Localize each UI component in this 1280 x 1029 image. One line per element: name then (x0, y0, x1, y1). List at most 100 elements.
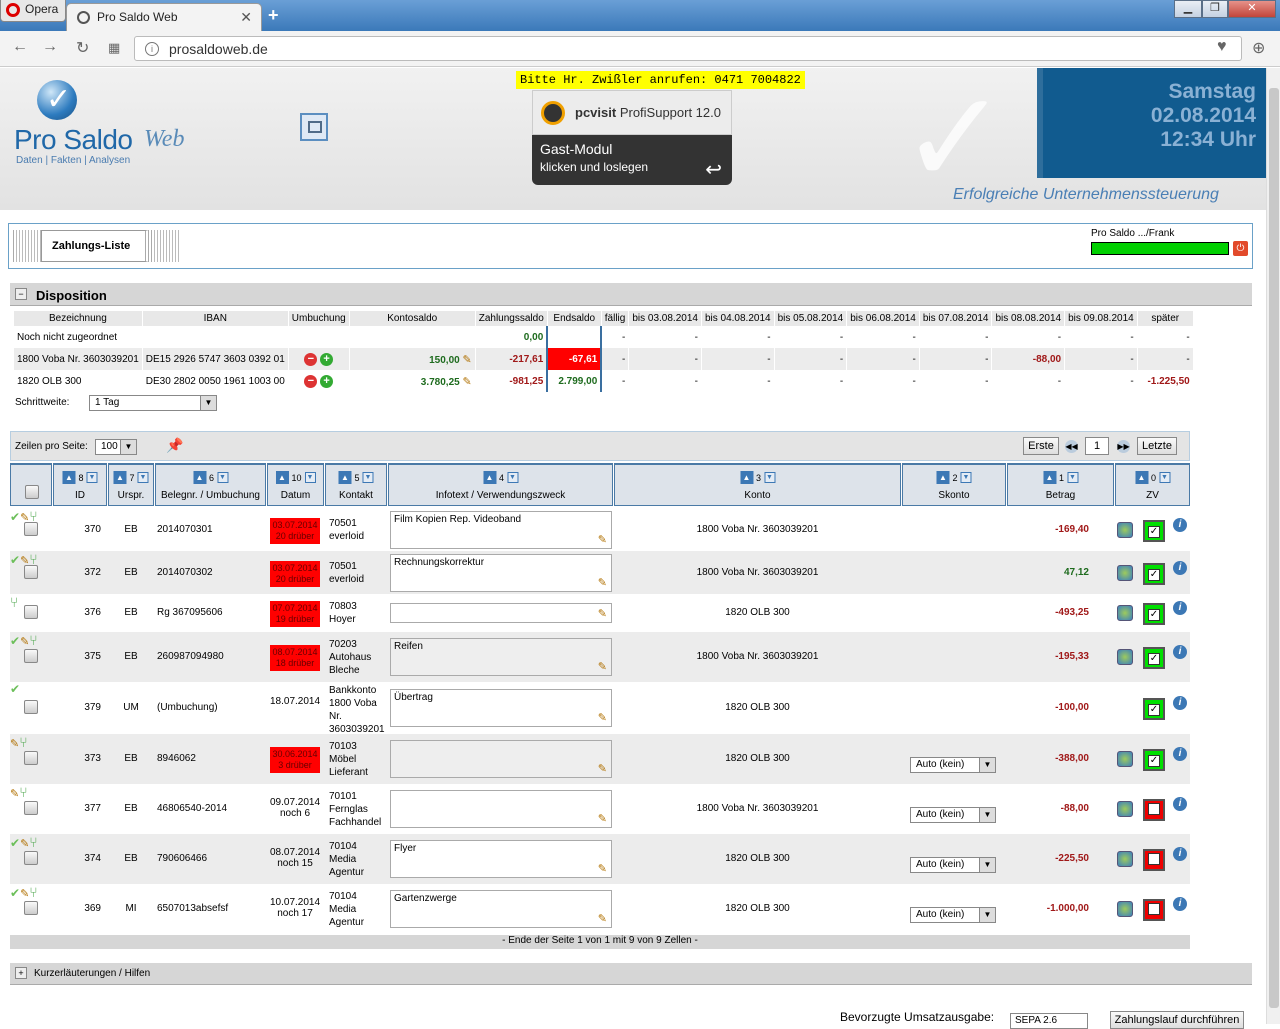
sort-asc-icon[interactable]: ▲ (113, 471, 127, 484)
sort-desc-icon[interactable]: ▼ (764, 472, 776, 483)
prev-page-icon[interactable]: ◀◀ (1065, 440, 1078, 453)
edit-pencil-icon[interactable]: ✎ (598, 533, 607, 546)
tab-stack-right[interactable] (151, 230, 179, 262)
remove-transfer-icon[interactable]: − (304, 374, 318, 388)
schedule-icon[interactable] (1117, 521, 1133, 538)
add-transfer-icon[interactable]: + (320, 374, 334, 388)
sort-desc-icon[interactable]: ▼ (960, 472, 972, 483)
rows-per-page-select[interactable]: 100 ▼ (95, 439, 137, 455)
skonto-select[interactable]: Auto (kein) ▼ (910, 857, 996, 873)
guest-module-button[interactable]: Gast-Modul klicken und loslegen ↩ (532, 135, 732, 185)
column-header-2[interactable]: ▲ 7 ▼ Urspr. (108, 463, 154, 506)
info-icon[interactable]: i (1173, 797, 1187, 811)
schedule-icon[interactable] (1117, 801, 1133, 817)
split-icon[interactable]: ⑂ (19, 784, 27, 800)
info-icon[interactable]: i (1173, 847, 1187, 861)
column-header-6[interactable]: ▲ 4 ▼ Infotext / Verwendungszweck (388, 463, 613, 506)
scrollbar-thumb[interactable] (1269, 88, 1279, 1008)
info-icon[interactable]: i (1173, 560, 1187, 575)
run-payment-button[interactable]: Zahlungslauf durchführen (1110, 1011, 1244, 1029)
first-page-button[interactable]: Erste (1023, 437, 1059, 455)
edit-account-icon[interactable]: ✎ (20, 887, 29, 900)
zv-checkbox[interactable] (1143, 799, 1165, 821)
column-header-8[interactable]: ▲ 2 ▼ Skonto (902, 463, 1006, 506)
step-select[interactable]: 1 Tag ▼ (89, 395, 217, 411)
print-row-icon[interactable] (24, 521, 38, 536)
column-header-10[interactable]: ▲ 0 ▼ ZV (1115, 463, 1190, 506)
sort-desc-icon[interactable]: ▼ (362, 472, 374, 483)
split-icon[interactable]: ⑂ (19, 734, 27, 750)
info-icon[interactable]: i (1173, 747, 1187, 761)
skonto-select[interactable]: Auto (kein) ▼ (910, 907, 996, 923)
sort-desc-icon[interactable]: ▼ (507, 472, 519, 483)
sort-desc-icon[interactable]: ▼ (1159, 472, 1171, 483)
sort-asc-icon[interactable]: ▲ (1134, 471, 1148, 484)
info-icon[interactable]: i (1173, 696, 1187, 710)
split-icon[interactable]: ⑂ (29, 884, 37, 900)
sort-asc-icon[interactable]: ▲ (192, 471, 206, 484)
split-icon[interactable]: ⑂ (29, 834, 37, 850)
print-row-icon[interactable] (24, 649, 38, 663)
help-section-header[interactable]: + Kurzerläuterungen / Hilfen (10, 963, 1252, 985)
zv-checkbox[interactable] (1143, 899, 1165, 921)
column-header-7[interactable]: ▲ 3 ▼ Konto (614, 463, 901, 506)
edit-pencil-icon[interactable]: ✎ (598, 660, 607, 673)
schedule-icon[interactable] (1117, 605, 1133, 621)
remove-transfer-icon[interactable]: − (304, 352, 318, 366)
info-icon[interactable]: i (1173, 645, 1187, 659)
zv-checkbox[interactable] (1143, 849, 1165, 871)
info-text-field[interactable]: ✎ (390, 603, 612, 623)
edit-pencil-icon[interactable]: ✎ (598, 576, 607, 589)
add-transfer-icon[interactable]: + (320, 352, 334, 366)
print-row-icon[interactable] (24, 564, 38, 579)
collapse-toggle-icon[interactable]: − (15, 288, 27, 300)
print-row-icon[interactable] (24, 751, 38, 765)
browser-tab[interactable]: Pro Saldo Web ✕ (66, 3, 262, 31)
edit-pencil-icon[interactable]: ✎ (598, 912, 607, 925)
logo-name[interactable]: Pro Saldo (14, 124, 133, 156)
zv-checkbox[interactable]: ✓ (1143, 519, 1165, 542)
back-icon[interactable]: ← (12, 38, 28, 56)
pin-icon[interactable]: 📌 (166, 437, 183, 454)
edit-account-icon[interactable]: ✎ (10, 737, 19, 750)
column-header-3[interactable]: ▲ 6 ▼ Belegnr. / Umbuchung (155, 463, 266, 506)
sort-desc-icon[interactable]: ▼ (1067, 472, 1079, 483)
close-tab-icon[interactable]: ✕ (240, 9, 252, 26)
next-page-icon[interactable]: ▶▶ (1117, 440, 1130, 453)
edit-account-icon[interactable]: ✎ (10, 787, 19, 800)
info-text-field[interactable]: Gartenzwerge ✎ (390, 890, 612, 928)
zv-checkbox[interactable]: ✓ (1143, 749, 1165, 771)
schedule-icon[interactable] (1117, 649, 1133, 665)
tab-stack-left[interactable] (13, 230, 41, 262)
sort-desc-icon[interactable]: ▼ (86, 472, 98, 483)
sort-desc-icon[interactable]: ▼ (137, 472, 149, 483)
sort-asc-icon[interactable]: ▲ (936, 471, 950, 484)
edit-account-icon[interactable]: ✎ (20, 837, 29, 850)
sort-asc-icon[interactable]: ▲ (739, 471, 753, 484)
reload-icon[interactable]: ↻ (76, 38, 89, 58)
edit-pencil-icon[interactable]: ✎ (598, 862, 607, 875)
schedule-icon[interactable] (1117, 564, 1133, 581)
disposition-header[interactable]: − Disposition (10, 283, 1252, 306)
print-icon[interactable] (25, 485, 39, 499)
edit-pencil-icon[interactable]: ✎ (598, 812, 607, 825)
split-icon[interactable]: ⑂ (10, 594, 18, 610)
info-icon[interactable]: i (1173, 517, 1187, 532)
sort-desc-icon[interactable]: ▼ (304, 472, 316, 483)
expand-toggle-icon[interactable]: + (15, 967, 27, 979)
column-header-1[interactable]: ▲ 8 ▼ ID (53, 463, 107, 506)
opera-menu-button[interactable]: Opera (0, 0, 66, 22)
maximize-button[interactable]: ❐ (1202, 0, 1228, 18)
schedule-icon[interactable] (1117, 851, 1133, 867)
sort-asc-icon[interactable]: ▲ (482, 471, 496, 484)
logo-web[interactable]: Web (144, 126, 184, 153)
logout-power-icon[interactable]: ⏻ (1233, 241, 1248, 256)
tab-zahlungs-liste[interactable]: Zahlungs-Liste (41, 230, 149, 262)
edit-pencil-icon[interactable]: ✎ (598, 762, 607, 775)
skonto-select[interactable]: Auto (kein) ▼ (910, 757, 996, 773)
skonto-select[interactable]: Auto (kein) ▼ (910, 807, 996, 823)
zv-checkbox[interactable]: ✓ (1143, 562, 1165, 585)
address-bar[interactable]: i prosaldoweb.de (134, 36, 1242, 61)
window-mode-icon[interactable] (300, 113, 328, 141)
forward-icon[interactable]: → (42, 38, 58, 56)
